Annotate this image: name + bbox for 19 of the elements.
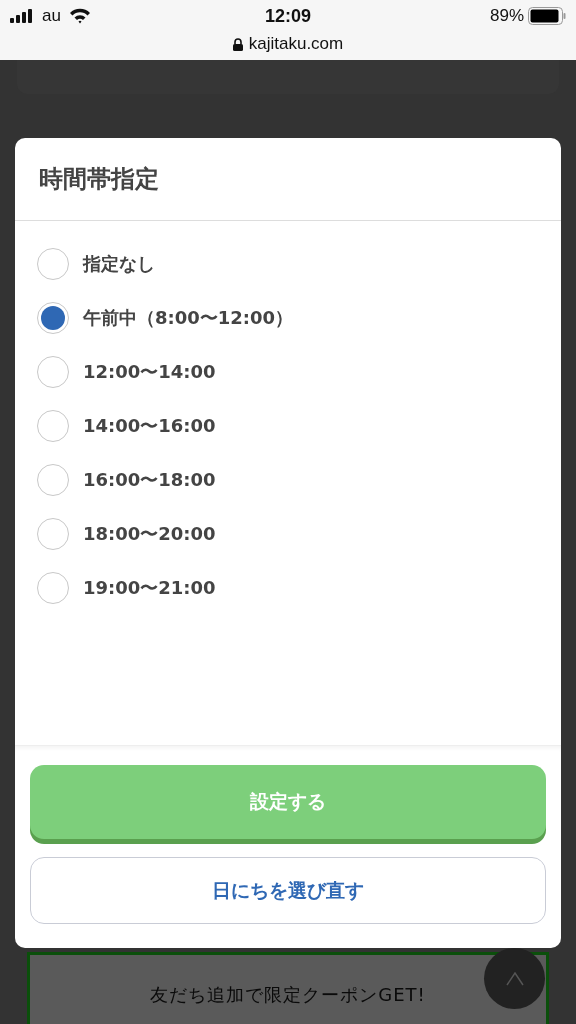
carrier-name: au <box>42 6 61 26</box>
battery-percent: 89% <box>490 6 524 26</box>
reselect-date-button[interactable]: 日にちを選び直す <box>30 857 546 924</box>
chevron-up-icon <box>505 971 524 986</box>
radio-option[interactable]: 指定なし <box>37 237 539 291</box>
clock-time: 12:09 <box>265 5 312 27</box>
radio-option[interactable]: 18:00〜20:00 <box>37 507 539 561</box>
battery-icon <box>528 7 566 25</box>
wifi-icon <box>68 8 91 24</box>
banner-text: 友だち追加で限定クーポンGET! <box>150 983 426 1007</box>
radio-option[interactable]: 14:00〜16:00 <box>37 399 539 453</box>
signal-icon <box>10 9 34 23</box>
dialog-title: 時間帯指定 <box>39 164 159 195</box>
radio-option[interactable]: 12:00〜14:00 <box>37 345 539 399</box>
lock-icon <box>232 37 243 51</box>
url-text[interactable]: kajitaku.com <box>248 34 344 54</box>
radio-option[interactable]: 19:00〜21:00 <box>37 561 539 615</box>
radio-option[interactable]: 午前中（8:00〜12:00） <box>37 291 539 345</box>
radio-option[interactable]: 16:00〜18:00 <box>37 453 539 507</box>
